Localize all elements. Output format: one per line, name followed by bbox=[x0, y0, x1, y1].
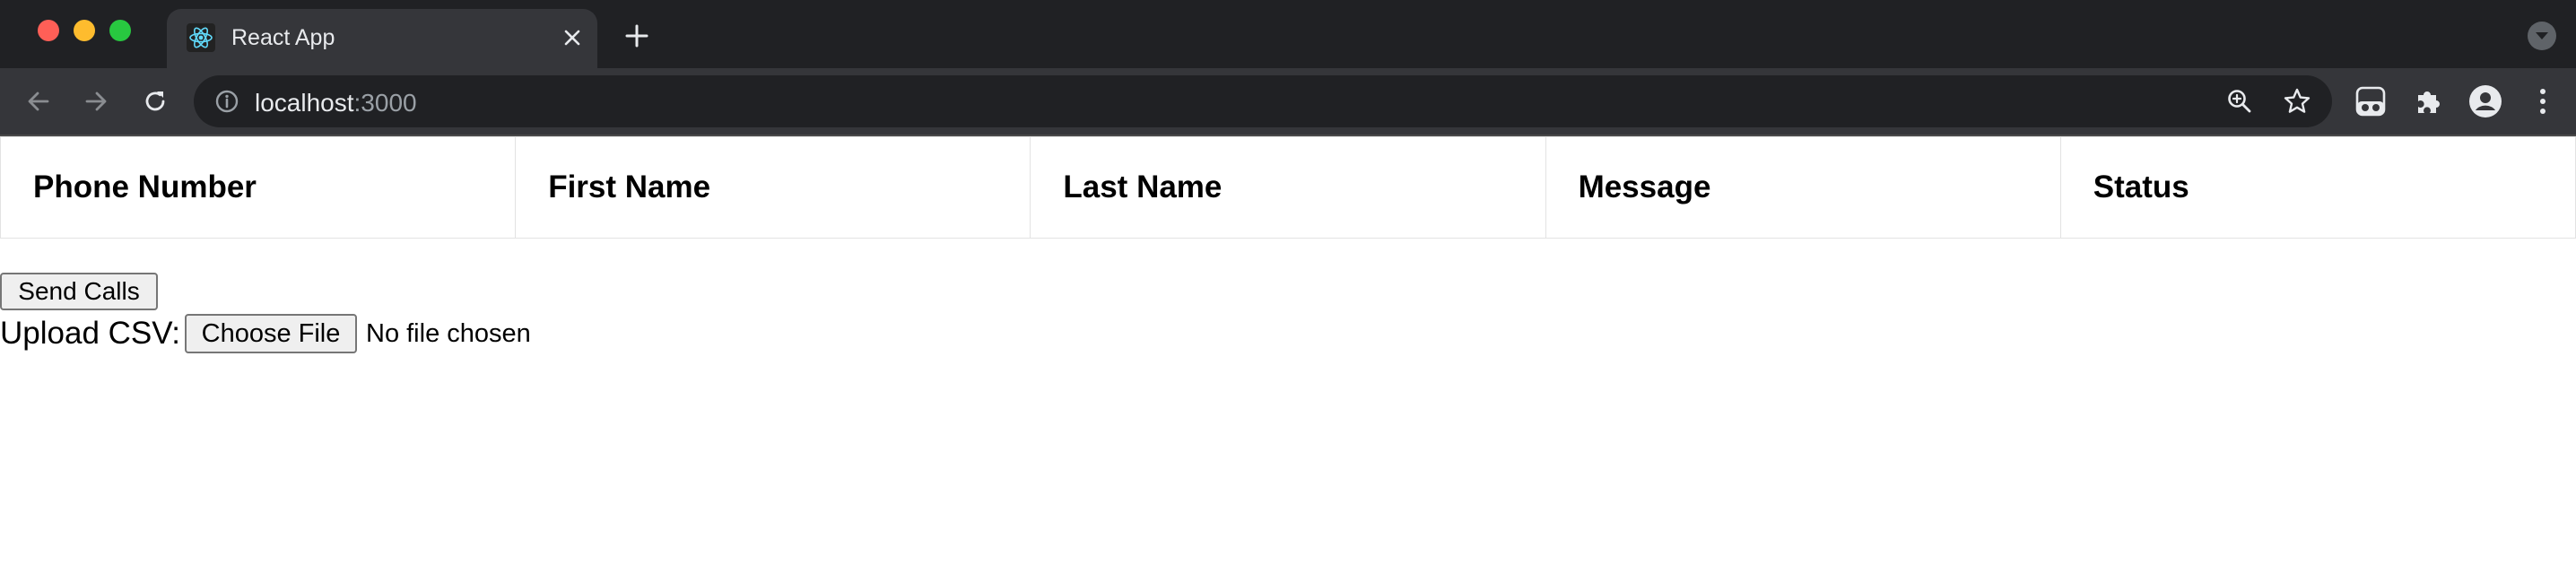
bookmark-star-icon[interactable] bbox=[2282, 86, 2312, 117]
browser-toolbar: localhost:3000 bbox=[0, 68, 2576, 135]
column-header-status: Status bbox=[2059, 136, 2576, 239]
browser-tab[interactable]: React App bbox=[167, 9, 597, 68]
minimize-window-button[interactable] bbox=[74, 20, 95, 41]
extension-icon[interactable] bbox=[2352, 83, 2389, 120]
calls-table: Phone Number First Name Last Name Messag… bbox=[0, 136, 2576, 239]
site-info-icon[interactable] bbox=[213, 88, 240, 115]
file-status-text: No file chosen bbox=[366, 319, 531, 348]
url-port: :3000 bbox=[353, 89, 417, 117]
column-header-message: Message bbox=[1545, 136, 2061, 239]
react-logo-icon bbox=[187, 23, 215, 52]
menu-icon[interactable] bbox=[2524, 83, 2562, 120]
close-window-button[interactable] bbox=[38, 20, 59, 41]
tab-strip: React App bbox=[0, 0, 2576, 68]
maximize-window-button[interactable] bbox=[109, 20, 131, 41]
address-bar[interactable]: localhost:3000 bbox=[194, 75, 2332, 127]
tab-search-icon[interactable] bbox=[2528, 22, 2556, 50]
send-calls-button[interactable]: Send Calls bbox=[0, 273, 158, 310]
tab-title: React App bbox=[231, 25, 335, 50]
puzzle-icon[interactable] bbox=[2409, 83, 2447, 120]
close-tab-icon[interactable] bbox=[556, 22, 588, 54]
upload-csv-label: Upload CSV: bbox=[0, 316, 181, 351]
url-text: localhost:3000 bbox=[255, 89, 417, 117]
new-tab-icon[interactable] bbox=[621, 20, 653, 52]
page-content: Phone Number First Name Last Name Messag… bbox=[0, 136, 2576, 574]
forward-icon[interactable] bbox=[77, 83, 115, 120]
choose-file-button[interactable]: Choose File bbox=[185, 314, 357, 353]
zoom-icon[interactable] bbox=[2224, 86, 2255, 117]
table-header-row: Phone Number First Name Last Name Messag… bbox=[0, 136, 2576, 239]
url-host: localhost bbox=[255, 89, 354, 117]
reload-icon[interactable] bbox=[136, 83, 174, 120]
column-header-first-name: First Name bbox=[515, 136, 1031, 239]
profile-icon[interactable] bbox=[2467, 83, 2504, 120]
back-icon[interactable] bbox=[20, 83, 57, 120]
column-header-phone-number: Phone Number bbox=[0, 136, 517, 239]
column-header-last-name: Last Name bbox=[1030, 136, 1546, 239]
